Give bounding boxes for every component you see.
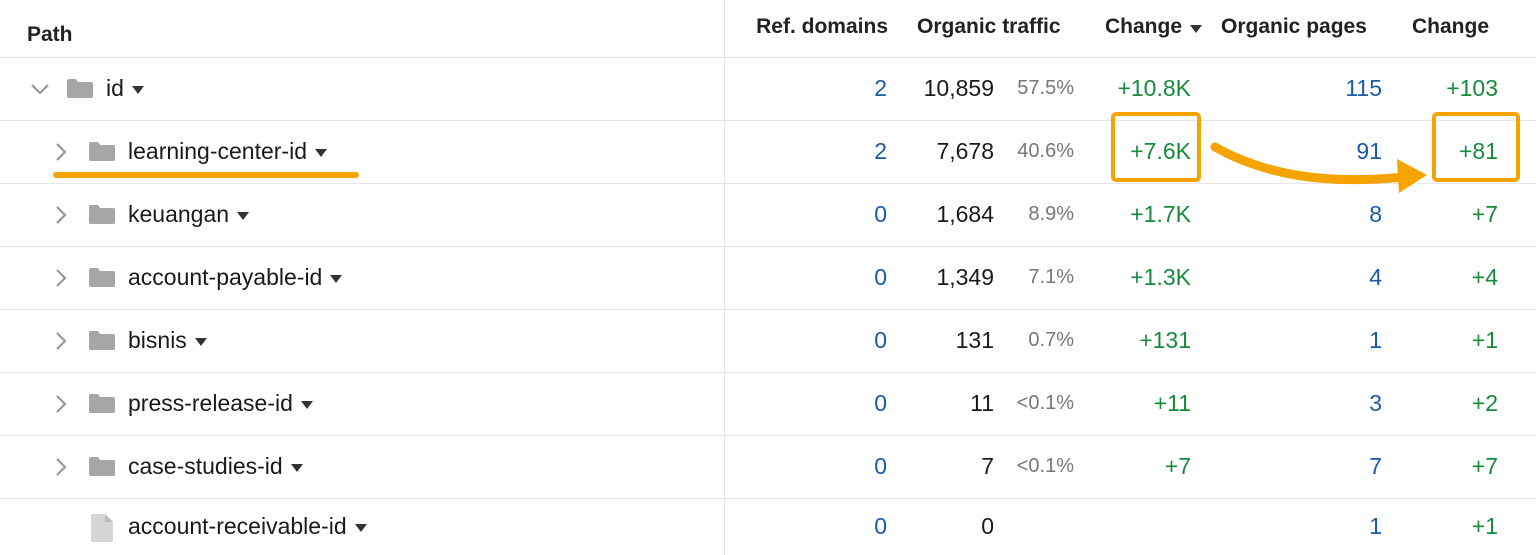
traffic-value: 10,859 [923,75,994,101]
column-header-path[interactable]: Path [27,10,73,60]
traffic-change: +11 [1153,390,1191,416]
path-link[interactable]: bisnis [128,309,207,372]
traffic-value: 0 [981,513,994,539]
ref-domains-value[interactable]: 0 [780,183,887,246]
caret-down-icon[interactable] [330,275,343,283]
table-row[interactable]: bisnis 0 131 0.7% +131 1 +1 [0,309,1536,373]
caret-down-icon[interactable] [194,338,207,346]
traffic-value: 131 [955,327,994,353]
table-row[interactable]: id 2 10,859 57.5% +10.8K 115 +103 [0,57,1536,121]
traffic-value: 11 [970,390,994,416]
chevron-right-icon[interactable] [55,183,67,246]
traffic-share: 57.5% [1017,77,1074,99]
folder-icon [89,331,115,350]
path-label: case-studies-id [128,453,283,479]
traffic-change: +131 [1139,327,1191,353]
path-label: id [106,75,124,101]
column-header-change-traffic[interactable]: Change [1105,0,1203,54]
path-label: bisnis [128,327,187,353]
ref-domains-value[interactable]: 2 [780,57,887,120]
folder-icon [89,394,115,413]
path-label: account-receivable-id [128,513,347,539]
highlight-box-traffic-change [1111,112,1201,182]
traffic-share: 7.1% [1028,266,1074,288]
caret-down-icon[interactable] [354,524,367,532]
column-header-organic-traffic[interactable]: Organic traffic [917,0,1061,54]
column-header-change-label: Change [1105,15,1183,38]
ref-domains-value[interactable]: 0 [780,246,887,309]
caret-down-icon[interactable] [314,149,327,157]
path-label: press-release-id [128,390,293,416]
traffic-change [1080,498,1191,555]
highlight-box-pages-change [1432,112,1520,182]
ref-domains-value[interactable]: 2 [780,120,887,183]
pages-value[interactable]: 3 [1250,372,1382,435]
traffic-share: 40.6% [1017,140,1074,162]
path-link[interactable]: case-studies-id [128,435,303,498]
pages-value[interactable]: 1 [1250,309,1382,372]
folder-icon [89,268,115,287]
pages-value[interactable]: 7 [1250,435,1382,498]
traffic-change: +7 [1164,453,1191,479]
table-row[interactable]: account-payable-id 0 1,349 7.1% +1.3K 4 … [0,246,1536,310]
folder-icon [89,457,115,476]
pages-change: +1 [1471,327,1498,353]
path-link[interactable]: id [106,57,144,120]
folder-icon [67,79,93,98]
traffic-share: <0.1% [1016,392,1074,414]
ref-domains-value[interactable]: 0 [780,372,887,435]
table-row[interactable]: case-studies-id 0 7 <0.1% +7 7 +7 [0,435,1536,499]
ref-domains-value[interactable]: 0 [780,498,887,555]
table-row[interactable]: press-release-id 0 11 <0.1% +11 3 +2 [0,372,1536,436]
pages-change: +2 [1471,390,1498,416]
path-link[interactable]: account-receivable-id [128,498,367,555]
pages-value[interactable]: 1 [1250,498,1382,555]
pages-change: +4 [1471,264,1498,290]
path-label: account-payable-id [128,264,323,290]
traffic-share: 8.9% [1028,203,1074,225]
ref-domains-value[interactable]: 0 [780,435,887,498]
chevron-right-icon[interactable] [55,246,67,309]
caret-down-icon[interactable] [290,464,303,472]
traffic-change: +1.7K [1130,201,1191,227]
traffic-share: 0.7% [1028,329,1074,351]
traffic-change: +10.8K [1117,75,1191,101]
chevron-right-icon[interactable] [55,309,67,372]
folder-icon [89,142,115,161]
arrow-annotation-icon [1210,142,1427,193]
column-header-organic-pages[interactable]: Organic pages [1221,0,1367,54]
pages-value[interactable]: 4 [1250,246,1382,309]
caret-down-icon[interactable] [131,86,144,94]
pages-value[interactable]: 115 [1250,57,1382,120]
chevron-down-icon[interactable] [30,57,50,120]
path-link[interactable]: press-release-id [128,372,313,435]
traffic-value: 7,678 [936,138,994,164]
traffic-share: <0.1% [1016,455,1074,477]
traffic-share [1000,498,1074,555]
pages-change: +1 [1471,513,1498,539]
traffic-change: +1.3K [1130,264,1191,290]
column-header-change-pages[interactable]: Change [1412,0,1489,54]
path-link[interactable]: account-payable-id [128,246,343,309]
path-label: keuangan [128,201,230,227]
path-label: learning-center-id [128,138,307,164]
caret-down-icon[interactable] [300,401,313,409]
column-header-ref-domains[interactable]: Ref. domains [730,0,888,54]
file-icon [91,514,113,542]
chevron-right-icon[interactable] [55,372,67,435]
path-link[interactable]: keuangan [128,183,250,246]
caret-down-icon[interactable] [237,212,250,220]
highlight-underline [53,172,359,178]
chevron-right-icon[interactable] [55,435,67,498]
sort-desc-icon [1190,24,1203,33]
table-row[interactable]: account-receivable-id 0 0 1 +1 [0,498,1536,555]
table-header: Path Ref. domains Organic traffic Change… [0,0,1536,58]
ref-domains-value[interactable]: 0 [780,309,887,372]
pages-change: +103 [1446,75,1498,101]
folder-icon [89,205,115,224]
pages-change: +7 [1471,453,1498,479]
traffic-value: 1,684 [936,201,994,227]
traffic-value: 1,349 [936,264,994,290]
traffic-value: 7 [981,453,994,479]
